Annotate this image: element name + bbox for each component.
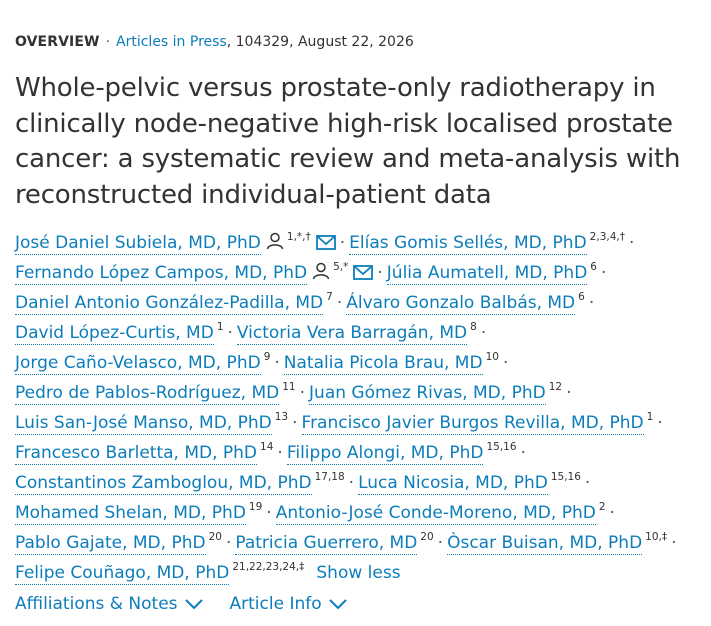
affiliations-notes-label: Affiliations & Notes <box>15 594 178 614</box>
author-separator: · <box>377 263 383 283</box>
author-separator: · <box>336 293 343 313</box>
affiliation-sup: 19 <box>248 501 263 513</box>
affiliation-sup: 10 <box>485 351 499 363</box>
affiliation-sup: 20 <box>420 531 434 543</box>
author-separator: · <box>480 323 487 343</box>
author-line: Fernando López Campos, MD, PhD 5,* · Júlia … <box>15 252 705 285</box>
author-line: Constantinos Zamboglou, MD, PhD 17,18 · Luc… <box>15 462 705 495</box>
author-line: José Daniel Subiela, MD, PhD 1,*,† · Elías … <box>15 222 705 255</box>
affiliation-sup: 6 <box>578 291 585 303</box>
author-line: Mohamed Shelan, MD, PhD 19 · Antonio-José C… <box>15 492 705 525</box>
author-separator: · <box>502 353 509 373</box>
author-separator: · <box>600 263 607 283</box>
affiliation-sup: 9 <box>263 351 271 363</box>
author-line: Pablo Gajate, MD, PhD 20 · Patricia Guerrer… <box>15 522 705 555</box>
author-line: Pedro de Pablos-Rodríguez, MD 11 · Juan Góm… <box>15 372 705 405</box>
author-separator: · <box>292 413 298 433</box>
author-separator: · <box>628 233 635 253</box>
author-separator: · <box>566 383 572 403</box>
affiliation-sup: 5,* <box>333 261 349 273</box>
affiliation-sup: 1 <box>216 321 224 333</box>
author-separator: · <box>609 503 615 523</box>
author-line: Felipe Couñago, MD, PhD 21,22,23,24,‡ Show… <box>15 552 705 585</box>
author-list: José Daniel Subiela, MD, PhD 1,*,† · Elías … <box>15 222 705 585</box>
journal-link[interactable]: Articles in Press <box>116 34 227 50</box>
affiliation-sup: 2,3,4,† <box>589 231 625 243</box>
affiliation-sup: 7 <box>326 291 333 303</box>
affiliation-sup: 12 <box>548 381 563 393</box>
author-separator: · <box>227 323 233 343</box>
author-separator: · <box>277 443 283 463</box>
author-separator: · <box>588 293 595 313</box>
affiliation-sup: 6 <box>590 261 597 273</box>
overview-label: OVERVIEW <box>15 34 100 50</box>
author-separator: · <box>299 383 306 403</box>
author-separator: · <box>266 503 272 523</box>
article-details: , 104329, August 22, 2026 <box>226 34 414 50</box>
affiliation-sup: 17,18 <box>314 471 345 483</box>
chevron-down-icon <box>328 599 347 610</box>
author-separator: · <box>520 443 526 463</box>
page-title: Whole-pelvic versus prostate-only radiot… <box>15 73 681 210</box>
author-line: David López-Curtis, MD 1 · Victoria Vera Ba… <box>15 312 705 345</box>
affiliation-sup: 1,*,† <box>286 231 311 243</box>
article-header: OVERVIEW · Articles in Press, 104329, Augu… <box>0 0 711 626</box>
affiliation-sup: 21,22,23,24,‡ <box>232 561 305 573</box>
envelope-icon[interactable] <box>353 265 374 280</box>
author-separator: · <box>339 233 346 253</box>
author-link[interactable]: Felipe Couñago, MD, PhD <box>15 563 230 585</box>
author-line: Daniel Antonio González-Padilla, MD 7 · Álv… <box>15 282 705 315</box>
article-info-bar: Affiliations & Notes Article Info <box>15 594 348 614</box>
author-line: Francesco Barletta, MD, PhD 14 · Filippo Al… <box>15 432 705 465</box>
affiliation-sup: 8 <box>470 321 477 333</box>
author-line: Jorge Caño-Velasco, MD, PhD 9 · Natalia Pic… <box>15 342 705 375</box>
article-info-label: Article Info <box>229 594 322 614</box>
author-separator: · <box>437 533 444 553</box>
author-separator: · <box>225 533 232 553</box>
affiliations-notes-toggle[interactable]: Affiliations & Notes <box>15 594 204 614</box>
meta-separator: · <box>105 34 111 50</box>
person-icon[interactable] <box>312 262 330 280</box>
chevron-down-icon <box>184 599 203 610</box>
person-icon[interactable] <box>266 232 284 250</box>
affiliation-sup: 14 <box>260 441 274 453</box>
affiliation-sup: 15,16 <box>486 441 517 453</box>
affiliation-sup: 20 <box>208 531 222 543</box>
article-info-toggle[interactable]: Article Info <box>230 594 348 614</box>
show-less-link[interactable]: Show less <box>316 563 400 583</box>
affiliation-sup: 15,16 <box>550 471 581 483</box>
affiliation-sup: 1 <box>646 411 654 423</box>
author-separator: · <box>348 473 355 493</box>
author-separator: · <box>584 473 591 493</box>
author-separator: · <box>274 353 280 373</box>
author-link[interactable]: Òscar Buisan, MD, PhD <box>447 533 643 555</box>
article-meta: OVERVIEW · Articles in Press, 104329, Augu… <box>15 34 414 50</box>
affiliation-sup: 2 <box>598 501 606 513</box>
author-separator: · <box>657 413 663 433</box>
affiliation-sup: 13 <box>274 411 289 423</box>
author-line: Luis San-José Manso, MD, PhD 13 · Francisco… <box>15 402 705 435</box>
affiliation-sup: 11 <box>282 381 296 393</box>
author-separator: · <box>671 533 677 553</box>
envelope-icon[interactable] <box>315 235 336 250</box>
affiliation-sup: 10,‡ <box>645 531 668 543</box>
